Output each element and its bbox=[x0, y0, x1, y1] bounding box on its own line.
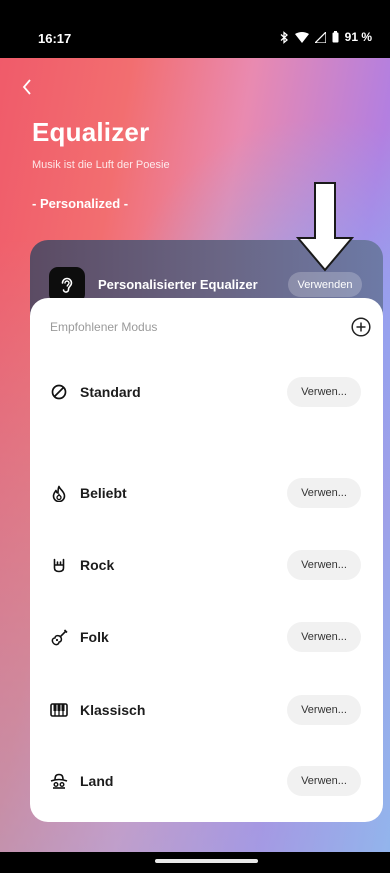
mode-name: Folk bbox=[80, 629, 109, 645]
chevron-left-icon bbox=[22, 79, 31, 95]
arrow-down-icon bbox=[296, 182, 354, 272]
mode-row-land[interactable]: Land Verwen... bbox=[30, 761, 383, 801]
mode-apply-button[interactable]: Verwen... bbox=[287, 766, 361, 796]
rock-hand-icon bbox=[49, 555, 69, 575]
recommended-header: Empfohlener Modus bbox=[50, 320, 158, 334]
bluetooth-icon bbox=[279, 30, 289, 44]
home-gesture-handle[interactable] bbox=[155, 859, 258, 863]
mode-name: Beliebt bbox=[80, 485, 127, 501]
mode-row-standard[interactable]: Standard Verwen... bbox=[30, 372, 383, 412]
wifi-icon bbox=[294, 31, 309, 43]
cowboy-icon bbox=[49, 771, 69, 791]
guitar-icon bbox=[49, 627, 69, 647]
circle-slash-icon bbox=[49, 382, 69, 402]
mode-name: Rock bbox=[80, 557, 115, 573]
recommended-modes-sheet: Empfohlener Modus Standard Verwen... Bel… bbox=[30, 298, 383, 822]
mode-name: Land bbox=[80, 773, 114, 789]
mode-apply-button[interactable]: Verwen... bbox=[287, 478, 361, 508]
current-mode-label: - Personalized - bbox=[32, 196, 129, 211]
mode-row-klassisch[interactable]: Klassisch Verwen... bbox=[30, 690, 383, 730]
mode-apply-button[interactable]: Verwen... bbox=[287, 622, 361, 652]
mode-row-folk[interactable]: Folk Verwen... bbox=[30, 617, 383, 657]
mode-apply-button[interactable]: Verwen... bbox=[287, 550, 361, 580]
add-mode-button[interactable] bbox=[350, 316, 372, 338]
mode-name: Standard bbox=[80, 384, 141, 400]
personalized-apply-button[interactable]: Verwenden bbox=[288, 272, 362, 297]
back-button[interactable] bbox=[22, 75, 42, 99]
flame-icon bbox=[49, 483, 69, 503]
signal-icon bbox=[314, 31, 326, 43]
status-bar: 16:17 91 % bbox=[0, 0, 390, 58]
plus-circle-icon bbox=[351, 317, 371, 337]
page-subtitle: Musik ist die Luft der Poesie bbox=[32, 159, 170, 171]
battery-percent: 91 % bbox=[344, 30, 372, 44]
mode-row-beliebt[interactable]: Beliebt Verwen... bbox=[30, 473, 383, 513]
mode-apply-button[interactable]: Verwen... bbox=[287, 695, 361, 725]
status-icons: 91 % bbox=[279, 30, 372, 44]
navigation-bar bbox=[0, 852, 390, 873]
mode-apply-button[interactable]: Verwen... bbox=[287, 377, 361, 407]
personalized-equalizer-label: Personalisierter Equalizer bbox=[98, 277, 258, 292]
status-time: 16:17 bbox=[38, 31, 72, 46]
battery-icon bbox=[332, 31, 339, 43]
piano-icon bbox=[49, 700, 69, 720]
mode-name: Klassisch bbox=[80, 702, 146, 718]
page-title: Equalizer bbox=[32, 117, 150, 147]
mode-row-rock[interactable]: Rock Verwen... bbox=[30, 545, 383, 585]
